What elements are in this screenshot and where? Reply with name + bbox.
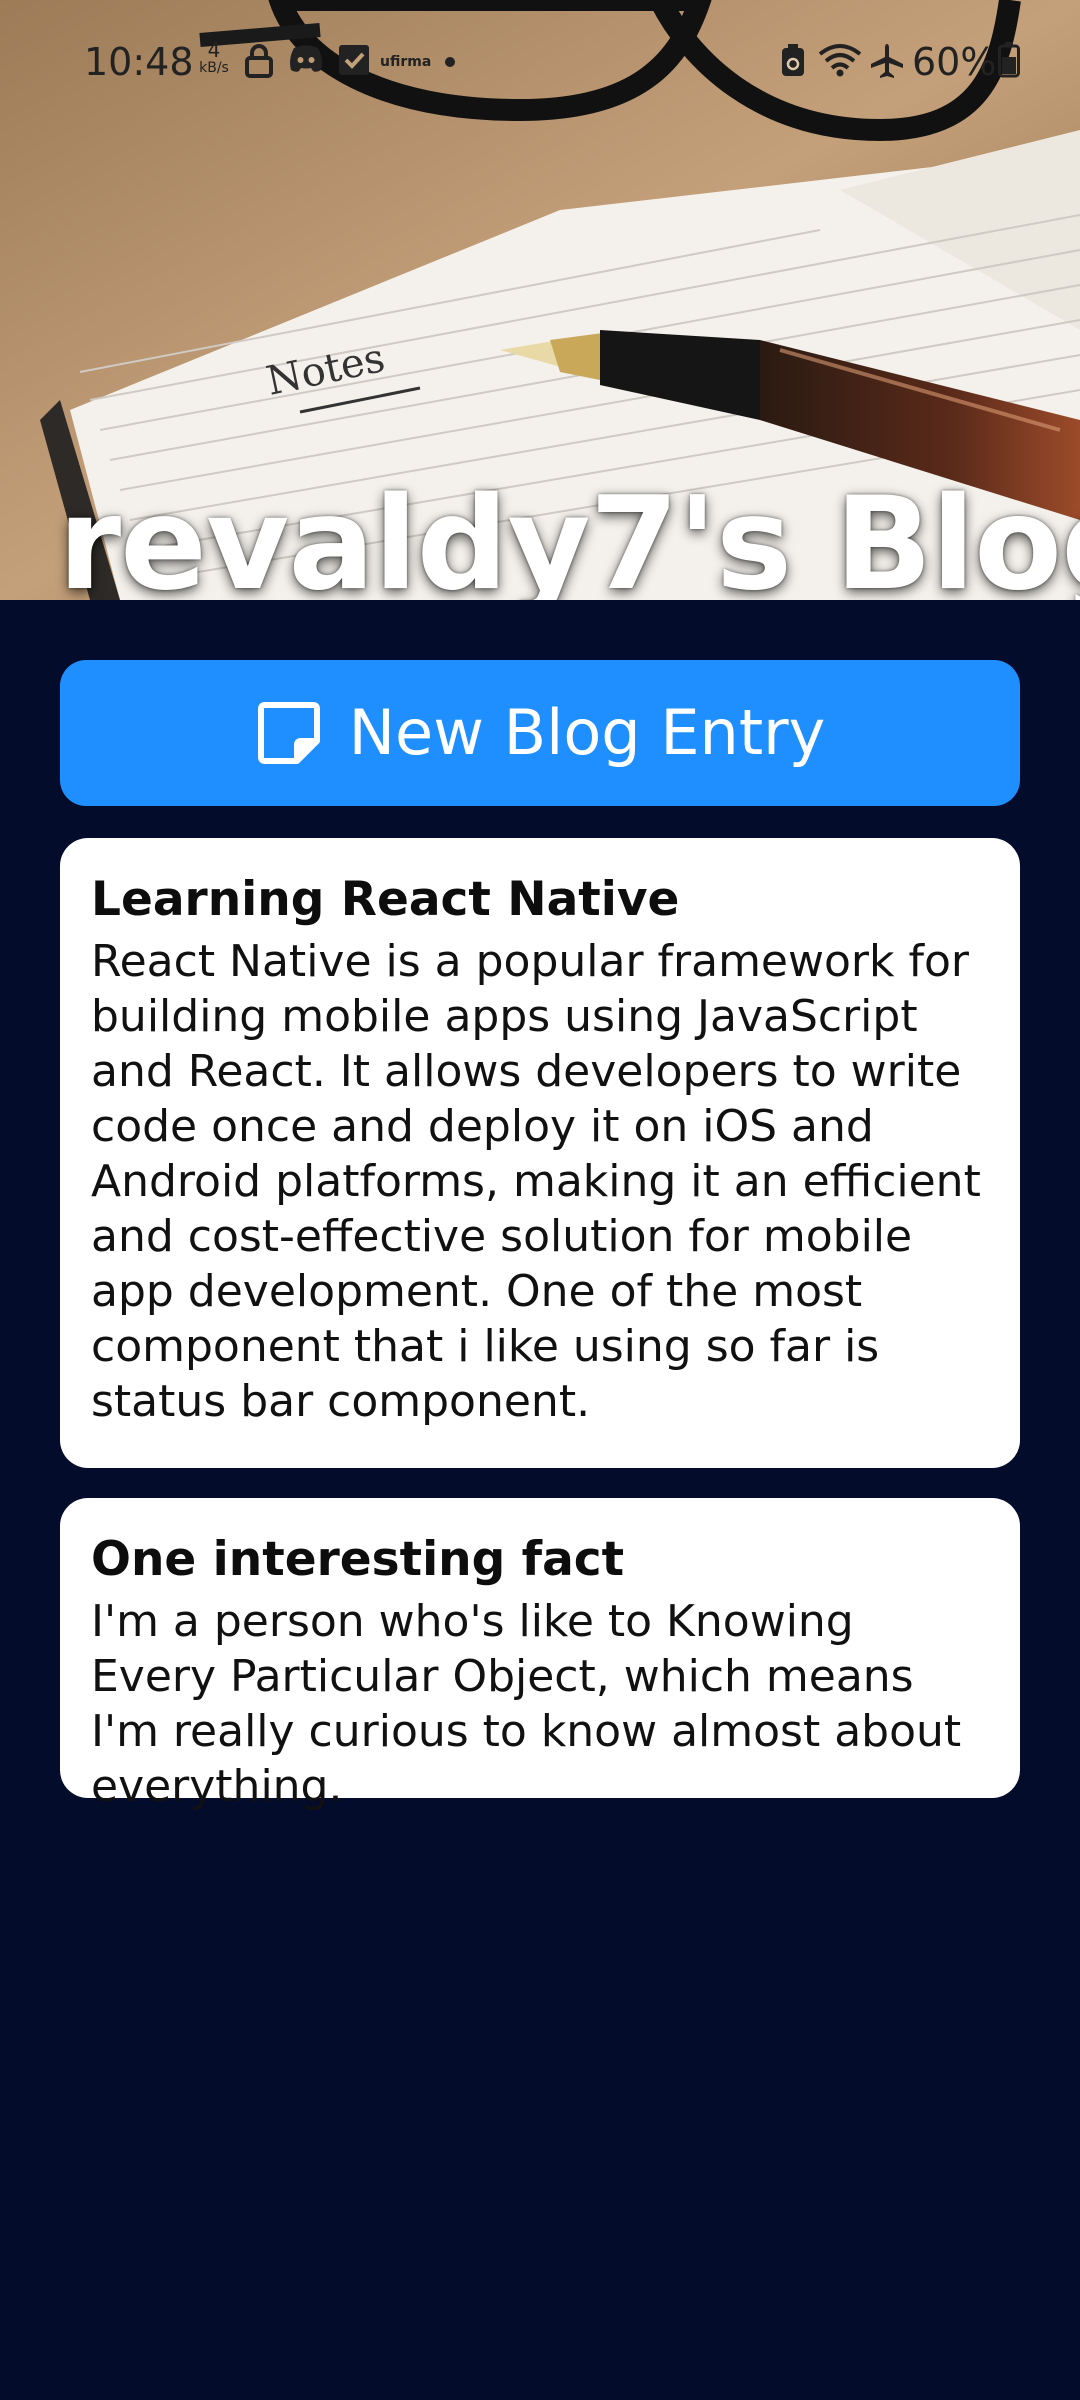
wifi-icon <box>818 44 862 77</box>
new-blog-entry-label: New Blog Entry <box>348 696 826 769</box>
ufirma-app-icon: ufirma <box>380 54 432 70</box>
network-speed-value: 4 <box>207 38 221 62</box>
checkbox-app-icon <box>339 45 369 75</box>
post-title: One interesting fact <box>91 1532 625 1587</box>
blog-title: revaldy7's Blog <box>58 470 1080 600</box>
blog-post-card[interactable]: Learning React Native React Native is a … <box>60 838 1020 1468</box>
post-content: I'm a person who's like to Knowing Every… <box>91 1596 962 1812</box>
blog-post-card[interactable]: One interesting fact I'm a person who's … <box>60 1498 1020 1812</box>
airplane-icon <box>871 44 903 78</box>
status-bar: 10:48 4 kB/s ufirma 60% <box>0 0 1080 124</box>
new-blog-entry-button[interactable]: New Blog Entry <box>60 660 1020 806</box>
battery-icon <box>998 42 1020 78</box>
network-speed: 4 kB/s <box>194 40 234 76</box>
post-content: React Native is a popular framework for … <box>91 936 981 1427</box>
network-speed-unit: kB/s <box>199 60 229 76</box>
blog-screen: Notes revaldy7's Blog 10:48 4 kB/s ufirm… <box>0 0 1080 2400</box>
battery-saver-icon <box>782 44 804 76</box>
dot-icon <box>445 57 455 67</box>
status-time: 10:48 <box>84 40 194 84</box>
lock-icon <box>245 44 273 78</box>
post-title: Learning React Native <box>91 872 680 927</box>
note-icon <box>257 702 320 764</box>
discord-icon <box>290 45 322 72</box>
battery-percent: 60% <box>912 40 997 84</box>
